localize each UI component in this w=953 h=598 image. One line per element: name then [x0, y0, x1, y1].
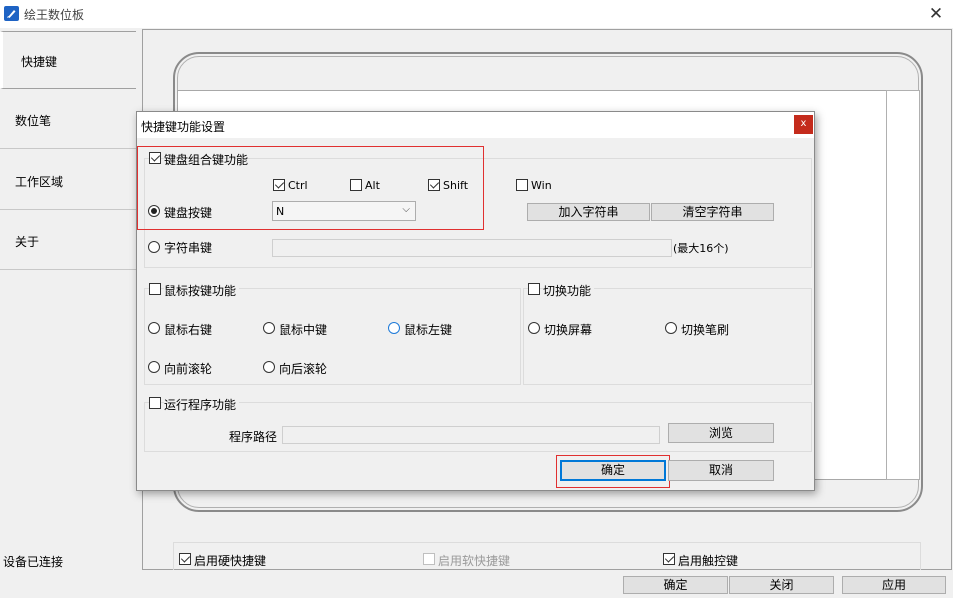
switch-brush-label: 切换笔刷	[681, 323, 730, 337]
sidebar-item-label: 数位笔	[15, 114, 52, 128]
ok-button[interactable]: 确定	[623, 576, 728, 594]
connection-status: 设备已连接	[3, 555, 64, 569]
soft-shortcut-label: 启用软快捷键	[438, 554, 511, 568]
dialog-close-icon[interactable]: x	[794, 115, 813, 134]
shift-checkbox[interactable]	[428, 179, 440, 191]
dialog-cancel-button[interactable]: 取消	[668, 460, 774, 481]
alt-checkbox[interactable]	[350, 179, 362, 191]
scroll-forward-label: 向前滚轮	[164, 362, 213, 376]
ctrl-checkbox[interactable]	[273, 179, 285, 191]
keyboard-combo-checkbox[interactable]	[149, 152, 161, 164]
win-checkbox[interactable]	[516, 179, 528, 191]
alt-label: Alt	[365, 179, 380, 192]
key-radio-label: 键盘按键	[164, 206, 213, 220]
mouse-right-radio[interactable]	[148, 322, 160, 334]
mouse-label: 鼠标按键功能	[164, 282, 240, 299]
switch-screen-radio[interactable]	[528, 322, 540, 334]
mouse-checkbox[interactable]	[149, 283, 161, 295]
mouse-middle-radio[interactable]	[263, 322, 275, 334]
sidebar-item-pen[interactable]: 数位笔	[0, 91, 136, 149]
program-path-label: 程序路径	[229, 430, 278, 444]
mouse-right-label: 鼠标右键	[164, 323, 213, 337]
touch-checkbox[interactable]	[663, 553, 675, 565]
tablet-side-strip	[886, 90, 920, 480]
key-select[interactable]: N ⌵	[272, 201, 416, 221]
run-program-label: 运行程序功能	[164, 396, 240, 413]
switch-label: 切换功能	[543, 282, 595, 299]
touch-label: 启用触控键	[678, 554, 739, 568]
switch-brush-radio[interactable]	[665, 322, 677, 334]
bottom-options-group	[173, 542, 921, 570]
clear-string-button[interactable]: 清空字符串	[651, 203, 774, 221]
sidebar-item-shortcut[interactable]: 快捷键	[0, 31, 136, 89]
close-button[interactable]: 关闭	[729, 576, 834, 594]
soft-shortcut-checkbox	[423, 553, 435, 565]
hard-shortcut-label: 启用硬快捷键	[194, 554, 267, 568]
string-radio-label: 字符串键	[164, 241, 213, 255]
mouse-left-label: 鼠标左键	[404, 323, 453, 337]
string-limit-label: (最大16个)	[673, 242, 729, 255]
shortcut-settings-dialog: 快捷键功能设置 x 键盘组合键功能 Ctrl Alt Shift Win 键盘按…	[136, 111, 815, 491]
switch-screen-label: 切换屏幕	[544, 323, 593, 337]
sidebar-item-label: 关于	[15, 235, 40, 249]
title-bar	[0, 0, 953, 28]
sidebar-item-work-area[interactable]: 工作区域	[0, 152, 136, 210]
win-label: Win	[531, 179, 552, 192]
dialog-title: 快捷键功能设置	[141, 120, 226, 134]
string-radio[interactable]	[148, 241, 160, 253]
scroll-back-radio[interactable]	[263, 361, 275, 373]
chevron-down-icon: ⌵	[402, 204, 410, 215]
app-pen-icon	[4, 6, 19, 21]
sidebar-item-label: 工作区域	[15, 175, 64, 189]
mouse-left-radio[interactable]	[388, 322, 400, 334]
hard-shortcut-checkbox[interactable]	[179, 553, 191, 565]
key-select-value: N	[276, 205, 285, 218]
sidebar-item-about[interactable]: 关于	[0, 212, 136, 270]
dialog-title-bar	[137, 112, 814, 138]
dialog-ok-button[interactable]: 确定	[560, 460, 666, 481]
shift-label: Shift	[443, 179, 469, 192]
key-radio[interactable]	[148, 205, 160, 217]
program-path-input[interactable]	[282, 426, 660, 444]
mouse-middle-label: 鼠标中键	[279, 323, 328, 337]
run-program-checkbox[interactable]	[149, 397, 161, 409]
scroll-back-label: 向后滚轮	[279, 362, 328, 376]
window-close-icon[interactable]: ✕	[925, 3, 947, 25]
scroll-forward-radio[interactable]	[148, 361, 160, 373]
ctrl-label: Ctrl	[288, 179, 308, 192]
sidebar-item-label: 快捷键	[21, 55, 58, 69]
switch-checkbox[interactable]	[528, 283, 540, 295]
apply-button[interactable]: 应用	[842, 576, 946, 594]
browse-button[interactable]: 浏览	[668, 423, 774, 443]
keyboard-combo-label: 键盘组合键功能	[164, 153, 249, 167]
add-string-button[interactable]: 加入字符串	[527, 203, 650, 221]
window-title: 绘王数位板	[24, 8, 85, 22]
string-input[interactable]	[272, 239, 672, 257]
